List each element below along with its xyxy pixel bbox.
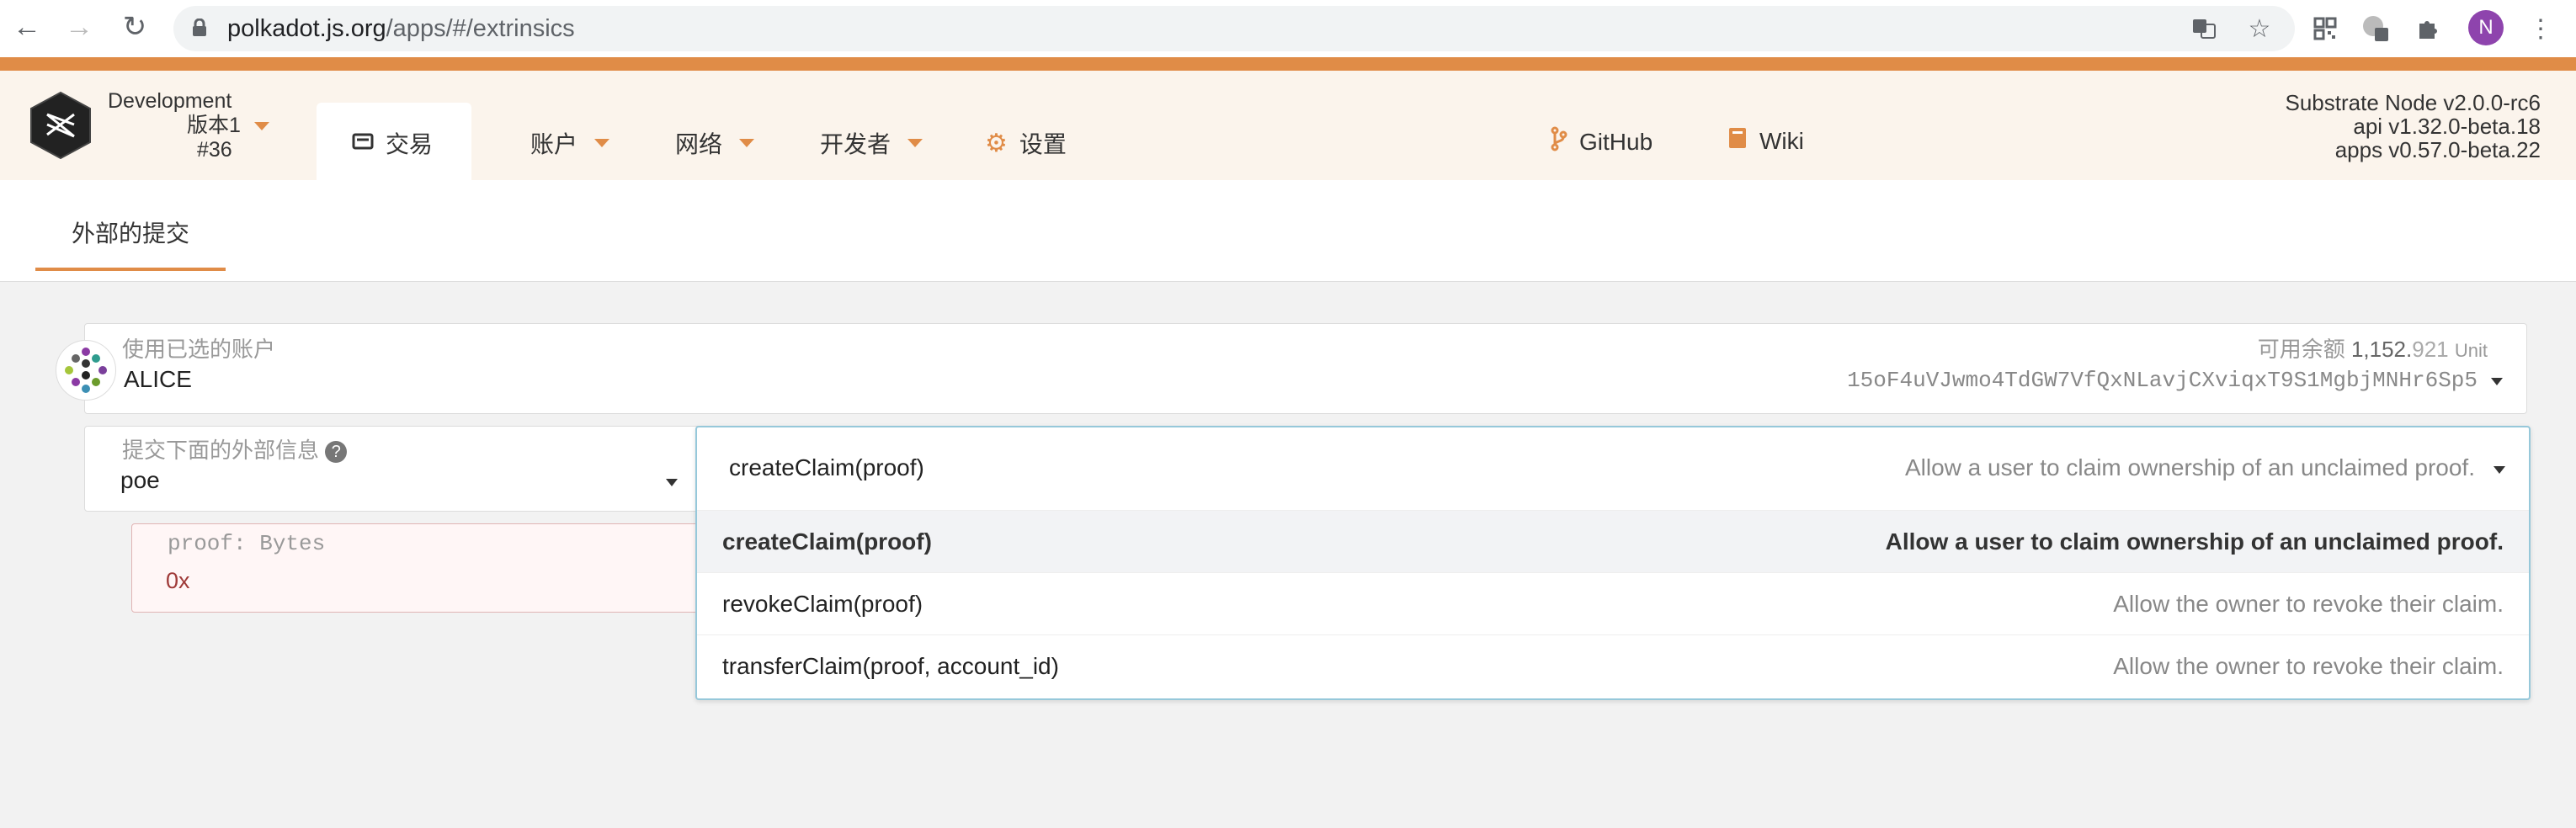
chevron-down-icon: [666, 479, 678, 486]
code-branch-icon: [1551, 126, 1567, 157]
accent-stripe: [0, 57, 2576, 71]
forward-icon[interactable]: →: [61, 8, 98, 45]
account-address: 15oF4uVJwmo4TdGW7VfQxNLavjCXviqxT9S1Mgbj…: [1847, 368, 2478, 393]
tabs-bar: 外部的提交: [0, 180, 2576, 282]
dropdown-option[interactable]: transferClaim(proof, account_id) Allow t…: [697, 634, 2529, 698]
chain-version: 版本1: [187, 114, 241, 137]
module-value: poe: [120, 467, 160, 493]
more-menu-icon[interactable]: ⋮: [2522, 10, 2559, 47]
menu-github[interactable]: GitHub: [1551, 126, 1653, 157]
identicon-avatar: [56, 340, 116, 401]
menu-developer[interactable]: 开发者: [820, 126, 923, 160]
book-icon: [1727, 126, 1748, 156]
param-value: 0x: [166, 568, 190, 593]
browser-toolbar: ← → ↻ polkadot.js.org/apps/#/extrinsics …: [0, 0, 2576, 57]
extrinsic-label: 提交下面的外部信息 ?: [122, 433, 348, 464]
module-selector[interactable]: 提交下面的外部信息 ? poe: [84, 426, 700, 512]
help-icon[interactable]: ?: [325, 441, 348, 464]
chain-info[interactable]: Development 版本1 #36: [108, 89, 269, 162]
account-label: 使用已选的账户: [122, 337, 276, 362]
dropdown-option[interactable]: createClaim(proof) Allow a user to claim…: [697, 510, 2529, 573]
node-version-info: Substrate Node v2.0.0-rc6 api v1.32.0-be…: [2285, 90, 2541, 162]
polkadot-logo[interactable]: [29, 91, 93, 160]
reload-icon[interactable]: ↻: [116, 8, 153, 45]
account-balance: 可用余额 1,152.921 Unit: [2257, 337, 2488, 362]
account-name: ALICE: [124, 366, 192, 392]
menu-settings[interactable]: ⚙ 设置: [985, 126, 1067, 160]
param-label: proof: Bytes: [168, 531, 326, 556]
chevron-down-icon: [907, 139, 923, 147]
app-header: Development 版本1 #36 交易 账户 网络 开发者 ⚙ 设置 Gi…: [0, 71, 2576, 180]
address-bar[interactable]: polkadot.js.org/apps/#/extrinsics ☆: [173, 6, 2295, 51]
selected-call-desc: Allow a user to claim ownership of an un…: [1904, 454, 2475, 480]
call-dropdown[interactable]: createClaim(proof) Allow a user to claim…: [695, 426, 2531, 700]
dropdown-selected[interactable]: createClaim(proof) Allow a user to claim…: [697, 427, 2529, 510]
translate-icon[interactable]: [2185, 10, 2222, 47]
account-selector[interactable]: 使用已选的账户 ALICE 可用余额 1,152.921 Unit 15oF4u…: [84, 323, 2527, 414]
dropdown-option[interactable]: revokeClaim(proof) Allow the owner to re…: [697, 572, 2529, 635]
lock-icon: [192, 18, 207, 37]
back-icon[interactable]: ←: [8, 8, 45, 45]
chevron-down-icon: [2491, 378, 2503, 385]
chain-block: #36: [197, 138, 232, 162]
tab-extrinsics[interactable]: 外部的提交: [35, 214, 226, 271]
profile-avatar[interactable]: N: [2468, 10, 2504, 45]
menu-network[interactable]: 网络: [675, 126, 755, 160]
chevron-down-icon: [2494, 466, 2505, 474]
extensions-puzzle-icon[interactable]: [2409, 10, 2446, 47]
menu-wiki[interactable]: Wiki: [1727, 126, 1804, 156]
menu-tx[interactable]: 交易: [352, 126, 433, 160]
menu-accounts[interactable]: 账户: [530, 126, 610, 160]
gears-icon: ⚙: [985, 129, 1008, 157]
transfer-icon: [352, 130, 374, 157]
bookmark-star-icon[interactable]: ☆: [2241, 10, 2278, 47]
qr-code-icon[interactable]: [2307, 10, 2344, 47]
chevron-down-icon: [739, 139, 755, 147]
chevron-down-icon: [253, 122, 269, 131]
url-text: polkadot.js.org/apps/#/extrinsics: [227, 15, 575, 42]
polkadot-extension-icon[interactable]: [2357, 10, 2394, 47]
chain-name: Development: [108, 89, 232, 113]
chevron-down-icon: [594, 139, 610, 147]
selected-call: createClaim(proof): [729, 454, 924, 480]
